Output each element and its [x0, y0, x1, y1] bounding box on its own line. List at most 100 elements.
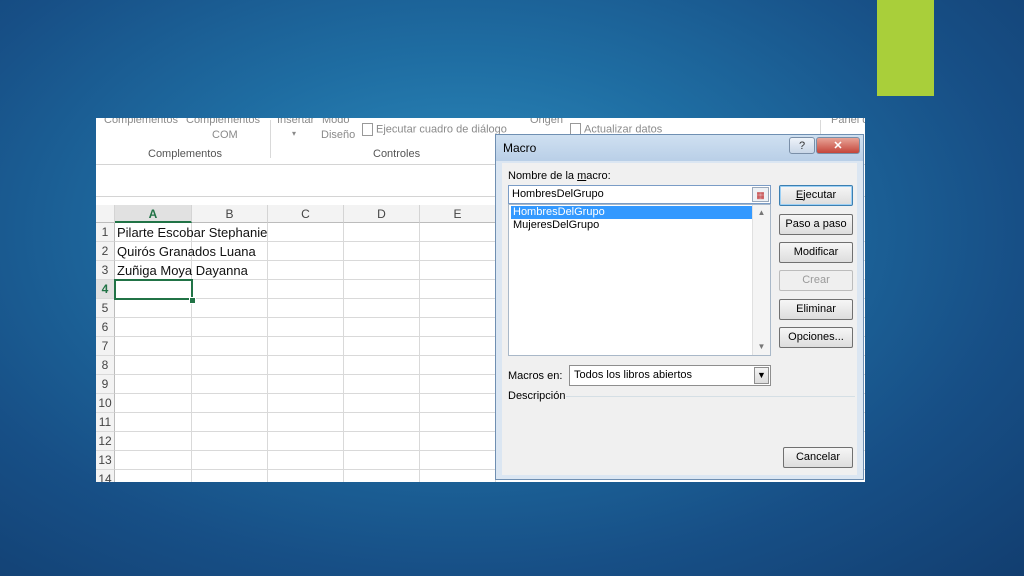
- cell-b8[interactable]: [192, 356, 268, 375]
- cell-e14[interactable]: [420, 470, 496, 482]
- column-header-b[interactable]: B: [192, 205, 268, 223]
- close-button[interactable]: ✕: [816, 137, 860, 154]
- ribbon-diseno-label[interactable]: Diseño: [321, 129, 355, 141]
- cell-b5[interactable]: [192, 299, 268, 318]
- row-header-3[interactable]: 3: [96, 261, 115, 280]
- cell-e2[interactable]: [420, 242, 496, 261]
- cell-b4[interactable]: [192, 280, 268, 299]
- cell-a14[interactable]: [115, 470, 192, 482]
- cell-c9[interactable]: [268, 375, 344, 394]
- row-header-10[interactable]: 10: [96, 394, 115, 413]
- ribbon-panel-button[interactable]: Panel d: [831, 118, 865, 126]
- cell-e8[interactable]: [420, 356, 496, 375]
- paso-a-paso-button[interactable]: Paso a paso: [779, 214, 853, 235]
- row-header-11[interactable]: 11: [96, 413, 115, 432]
- cell-e6[interactable]: [420, 318, 496, 337]
- row-header-2[interactable]: 2: [96, 242, 115, 261]
- cell-a3[interactable]: Zuñiga Moya Dayanna: [115, 261, 248, 280]
- ejecutar-button[interactable]: Ejecutar: [779, 185, 853, 206]
- cell-c6[interactable]: [268, 318, 344, 337]
- ribbon-complementos-com-button[interactable]: Complementos: [186, 118, 260, 126]
- column-header-a[interactable]: A: [115, 205, 192, 223]
- cell-b7[interactable]: [192, 337, 268, 356]
- cell-e4[interactable]: [420, 280, 496, 299]
- cell-a10[interactable]: [115, 394, 192, 413]
- cell-e10[interactable]: [420, 394, 496, 413]
- cell-b2[interactable]: [192, 242, 268, 261]
- cancelar-button[interactable]: Cancelar: [783, 447, 853, 468]
- macros-en-select[interactable]: Todos los libros abiertos ▼: [569, 365, 771, 386]
- cell-c8[interactable]: [268, 356, 344, 375]
- cell-b1[interactable]: [192, 223, 268, 242]
- cell-a6[interactable]: [115, 318, 192, 337]
- cell-b10[interactable]: [192, 394, 268, 413]
- cell-d7[interactable]: [344, 337, 420, 356]
- macro-list-item[interactable]: HombresDelGrupo: [511, 206, 754, 219]
- cell-a13[interactable]: [115, 451, 192, 470]
- collapse-dialog-button[interactable]: ▦: [752, 187, 769, 202]
- cell-c14[interactable]: [268, 470, 344, 482]
- cell-a12[interactable]: [115, 432, 192, 451]
- cell-d1[interactable]: [344, 223, 420, 242]
- cell-d6[interactable]: [344, 318, 420, 337]
- row-header-4[interactable]: 4: [96, 280, 115, 299]
- cell-d12[interactable]: [344, 432, 420, 451]
- cell-c1[interactable]: [268, 223, 344, 242]
- help-button[interactable]: ?: [789, 137, 815, 154]
- column-header-d[interactable]: D: [344, 205, 420, 223]
- cell-d10[interactable]: [344, 394, 420, 413]
- cell-b11[interactable]: [192, 413, 268, 432]
- modificar-button[interactable]: Modificar: [779, 242, 853, 263]
- cell-d5[interactable]: [344, 299, 420, 318]
- column-header-c[interactable]: C: [268, 205, 344, 223]
- active-cell-outline[interactable]: [114, 279, 193, 300]
- macro-list[interactable]: HombresDelGrupo MujeresDelGrupo ▲ ▼: [508, 204, 771, 356]
- cell-c13[interactable]: [268, 451, 344, 470]
- ribbon-insertar-button[interactable]: Insertar: [277, 118, 314, 126]
- cell-a2[interactable]: Quirós Granados Luana: [115, 242, 256, 261]
- cell-c12[interactable]: [268, 432, 344, 451]
- cell-e12[interactable]: [420, 432, 496, 451]
- cell-e3[interactable]: [420, 261, 496, 280]
- macro-list-item[interactable]: MujeresDelGrupo: [511, 219, 754, 232]
- cell-a11[interactable]: [115, 413, 192, 432]
- opciones-button[interactable]: Opciones...: [779, 327, 853, 348]
- row-header-8[interactable]: 8: [96, 356, 115, 375]
- cell-c11[interactable]: [268, 413, 344, 432]
- cell-d3[interactable]: [344, 261, 420, 280]
- cell-b6[interactable]: [192, 318, 268, 337]
- ribbon-ejecutar-cuadro-button[interactable]: Ejecutar cuadro de diálogo: [362, 123, 507, 136]
- cell-c3[interactable]: [268, 261, 344, 280]
- row-header-7[interactable]: 7: [96, 337, 115, 356]
- cell-d11[interactable]: [344, 413, 420, 432]
- cell-a1[interactable]: Pilarte Escobar Stephanie: [115, 223, 267, 242]
- cell-b12[interactable]: [192, 432, 268, 451]
- cell-d2[interactable]: [344, 242, 420, 261]
- cell-c10[interactable]: [268, 394, 344, 413]
- row-header-5[interactable]: 5: [96, 299, 115, 318]
- cell-b14[interactable]: [192, 470, 268, 482]
- select-all-corner[interactable]: [96, 205, 115, 223]
- cell-d14[interactable]: [344, 470, 420, 482]
- column-header-e[interactable]: E: [420, 205, 496, 223]
- cell-b13[interactable]: [192, 451, 268, 470]
- cell-a7[interactable]: [115, 337, 192, 356]
- cell-c2[interactable]: [268, 242, 344, 261]
- row-header-14[interactable]: 14: [96, 470, 115, 482]
- cell-e1[interactable]: [420, 223, 496, 242]
- row-header-6[interactable]: 6: [96, 318, 115, 337]
- macro-list-scrollbar[interactable]: ▲ ▼: [752, 205, 770, 355]
- cell-a8[interactable]: [115, 356, 192, 375]
- cell-d13[interactable]: [344, 451, 420, 470]
- ribbon-complementos-button[interactable]: Complementos: [104, 118, 178, 126]
- cell-a9[interactable]: [115, 375, 192, 394]
- cell-c4[interactable]: [268, 280, 344, 299]
- cell-b9[interactable]: [192, 375, 268, 394]
- crear-button[interactable]: Crear: [779, 270, 853, 291]
- scroll-down-icon[interactable]: ▼: [753, 339, 770, 355]
- row-header-13[interactable]: 13: [96, 451, 115, 470]
- cell-d4[interactable]: [344, 280, 420, 299]
- ribbon-origen-button[interactable]: Origen: [530, 118, 563, 126]
- cell-d8[interactable]: [344, 356, 420, 375]
- ribbon-modo-label[interactable]: Modo: [322, 118, 350, 126]
